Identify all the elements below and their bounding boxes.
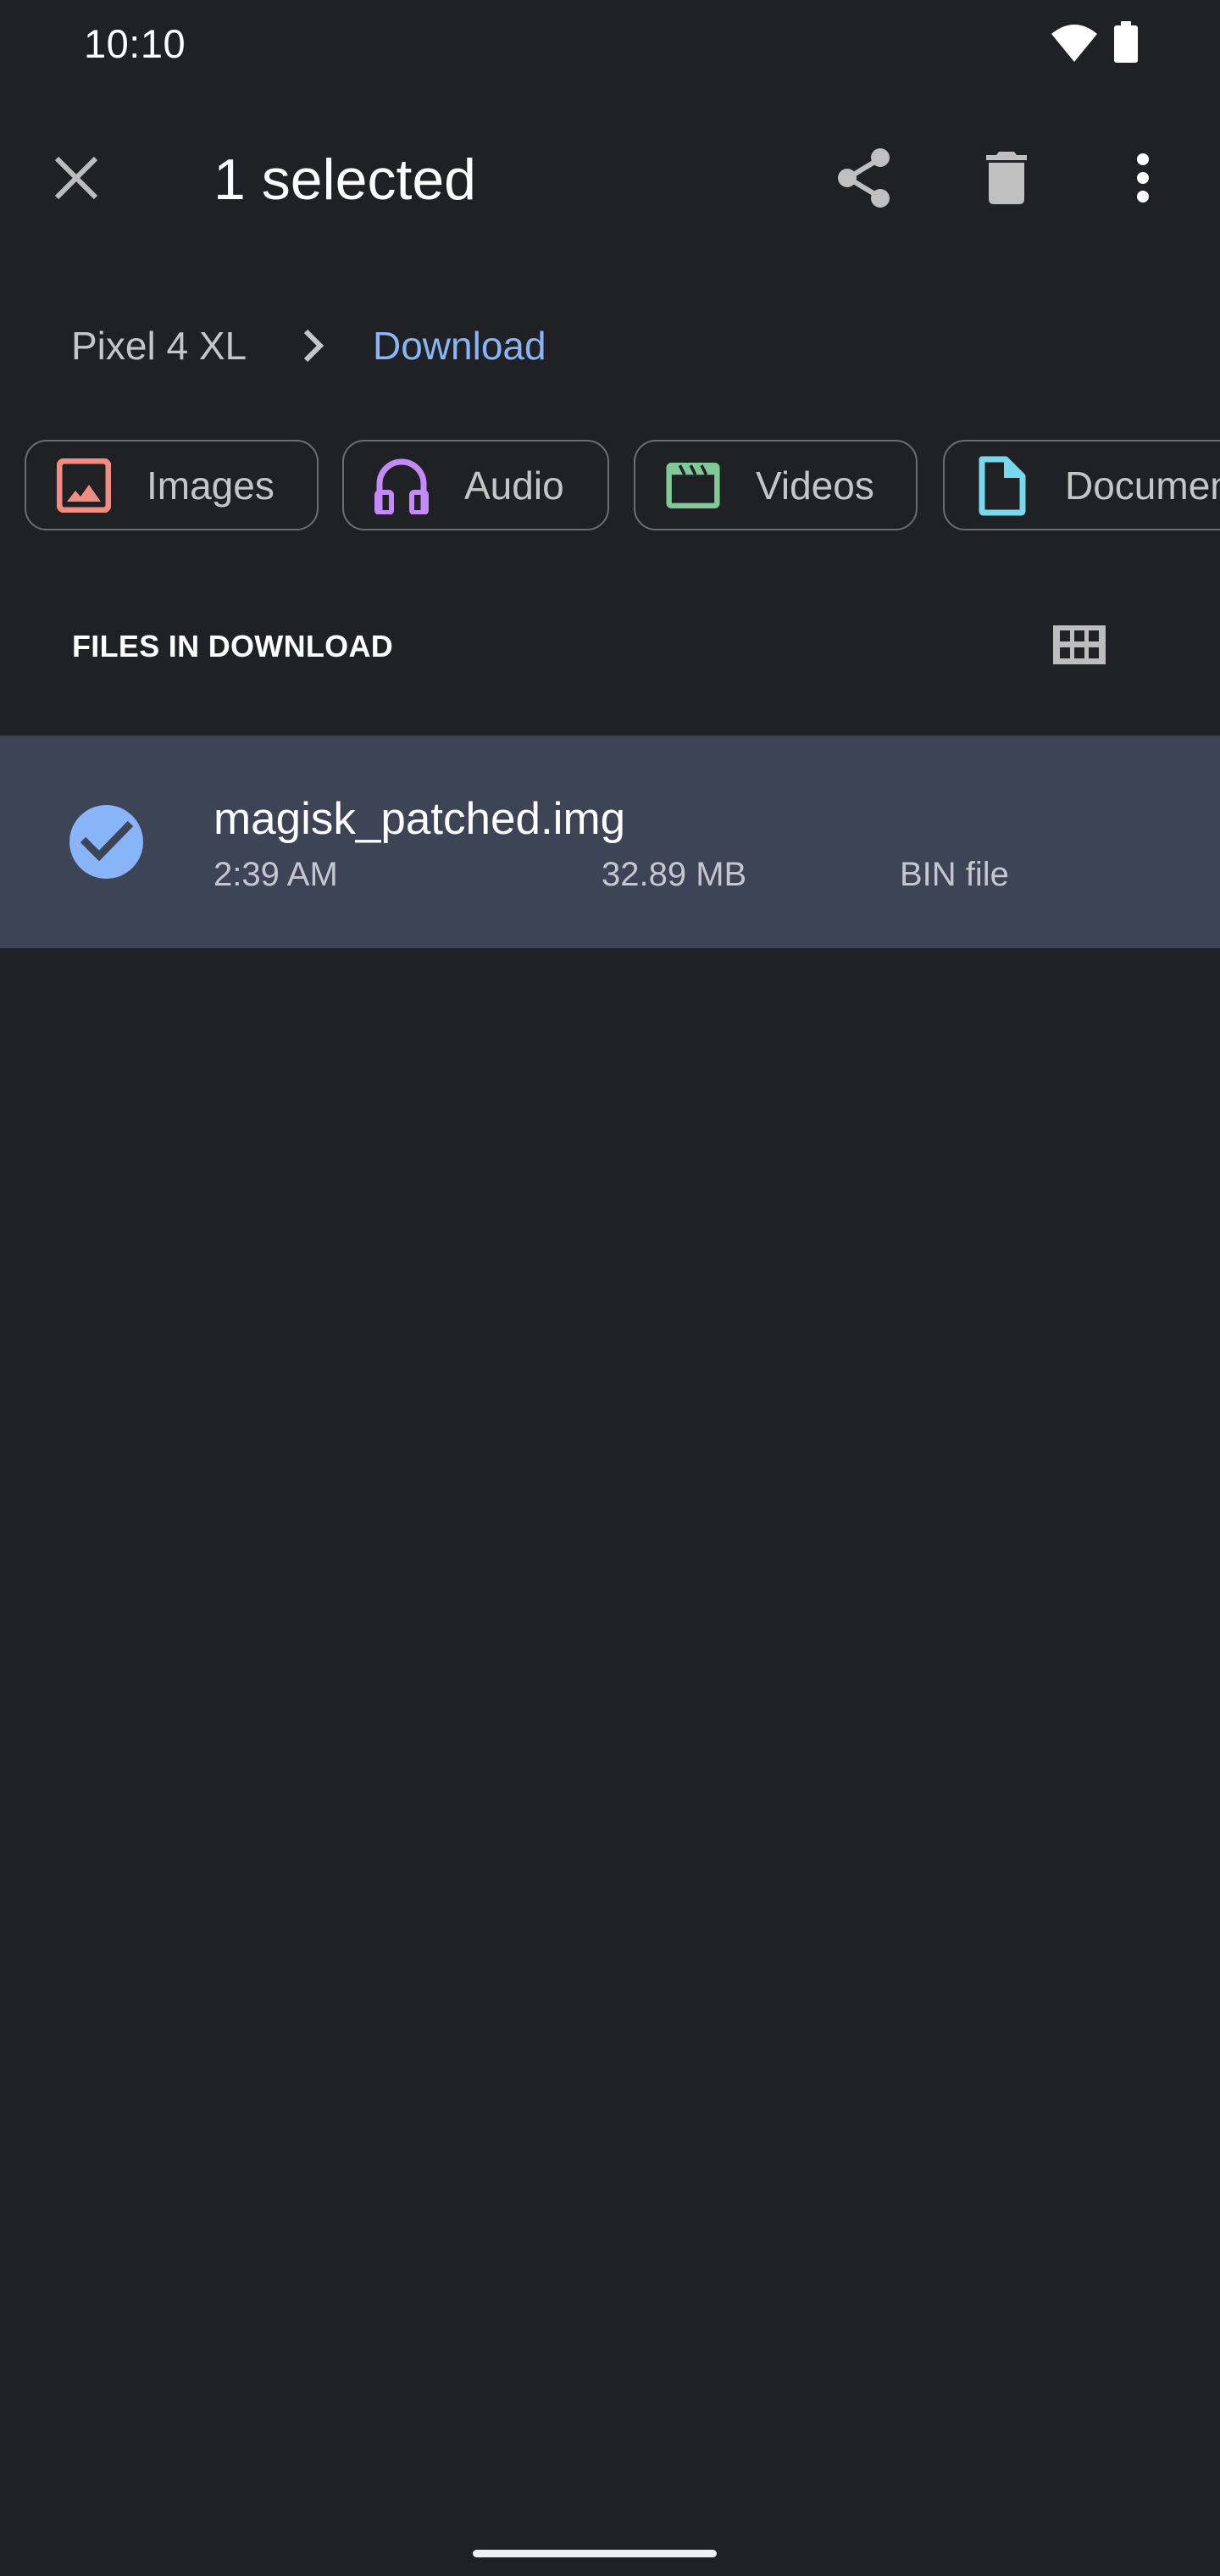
gesture-nav-handle[interactable] — [473, 2550, 717, 2557]
delete-icon — [986, 152, 1027, 204]
section-title: FILES IN DOWNLOAD — [72, 629, 394, 663]
selected-check-icon[interactable] — [69, 805, 143, 879]
more-vert-icon — [1137, 153, 1149, 203]
share-icon — [838, 148, 890, 208]
close-selection-button[interactable] — [42, 144, 110, 212]
chip-label: Videos — [756, 463, 874, 508]
movie-clapper-icon — [666, 458, 720, 513]
chip-label: Documents — [1065, 463, 1220, 508]
grid-view-toggle-button[interactable] — [1045, 610, 1114, 680]
chip-images[interactable]: Images — [25, 440, 319, 530]
chip-documents[interactable]: Documents — [943, 440, 1220, 530]
more-options-button[interactable] — [1109, 144, 1177, 212]
document-icon — [975, 456, 1029, 515]
headphones-icon — [374, 458, 429, 514]
status-time: 10:10 — [84, 21, 186, 66]
chevron-right-icon — [295, 320, 332, 371]
file-modified-time: 2:39 AM — [214, 856, 338, 893]
chip-videos[interactable]: Videos — [634, 440, 918, 530]
grid-view-icon — [1053, 625, 1106, 664]
image-icon — [57, 458, 111, 513]
chip-audio[interactable]: Audio — [342, 440, 609, 530]
selection-count-title: 1 selected — [214, 147, 476, 212]
delete-button[interactable] — [973, 144, 1040, 212]
file-name: magisk_patched.img — [214, 794, 626, 844]
breadcrumb-item-root[interactable]: Pixel 4 XL — [71, 320, 247, 371]
breadcrumb-item-current[interactable]: Download — [373, 320, 546, 371]
file-type: BIN file — [900, 856, 1009, 893]
chip-label: Audio — [464, 463, 564, 508]
close-icon — [54, 156, 98, 200]
file-size: 32.89 MB — [602, 856, 747, 893]
wifi-icon — [1051, 25, 1097, 62]
battery-icon — [1114, 21, 1138, 63]
chip-label: Images — [147, 463, 274, 508]
share-button[interactable] — [830, 144, 898, 212]
